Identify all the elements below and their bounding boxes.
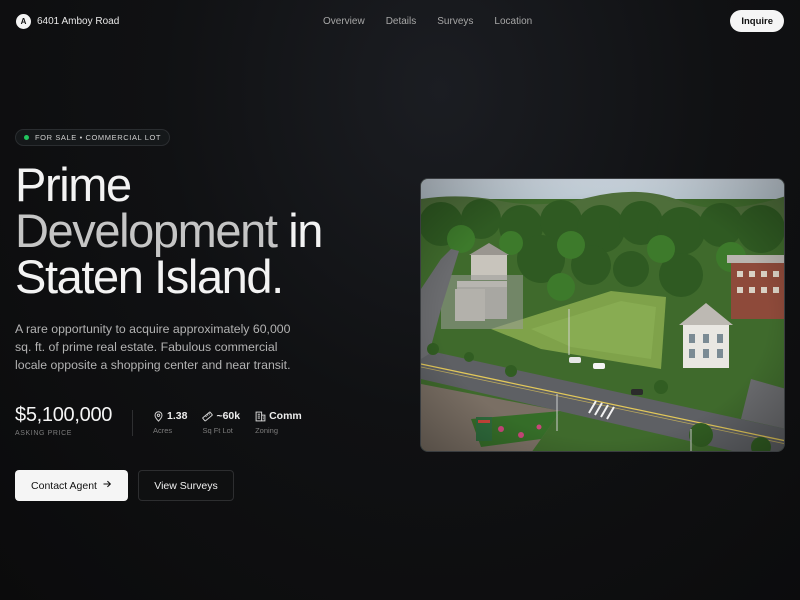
stat-acres-value: 1.38	[167, 410, 188, 422]
inquire-button[interactable]: Inquire	[730, 10, 784, 32]
stat-lot-size-value: ~60k	[216, 410, 241, 422]
property-stats: 1.38 Acres ~60k Sq Ft Lot Comm Zoning	[153, 410, 302, 435]
brand[interactable]: A 6401 Amboy Road	[16, 13, 120, 29]
building-icon	[255, 411, 266, 422]
stat-zoning: Comm Zoning	[255, 410, 302, 435]
divider	[132, 410, 133, 436]
nav-link-overview[interactable]: Overview	[323, 16, 365, 27]
stat-acres-label: Acres	[153, 426, 173, 435]
brand-name: 6401 Amboy Road	[37, 15, 120, 27]
asking-price: $5,100,000	[15, 404, 113, 426]
top-nav: A 6401 Amboy Road Overview Details Surve…	[0, 0, 800, 42]
status-badge-text: FOR SALE • COMMERCIAL LOT	[35, 133, 162, 142]
page-title: Prime Development in Staten Island.	[15, 161, 405, 303]
stat-acres: 1.38 Acres	[153, 410, 187, 435]
hero-description: A rare opportunity to acquire approximat…	[15, 322, 291, 372]
status-badge: FOR SALE • COMMERCIAL LOT	[15, 129, 171, 146]
arrow-right-icon	[102, 479, 112, 492]
stat-zoning-value: Comm	[269, 410, 302, 422]
contact-agent-label: Contact Agent	[31, 479, 97, 492]
nav-links: Overview Details Surveys Location	[323, 0, 532, 42]
ruler-icon	[202, 411, 214, 422]
logo-icon: A	[16, 13, 31, 29]
stat-lot-size: ~60k Sq Ft Lot	[202, 410, 240, 435]
view-surveys-button[interactable]: View Surveys	[138, 470, 234, 501]
contact-agent-button[interactable]: Contact Agent	[15, 470, 128, 501]
nav-link-surveys[interactable]: Surveys	[437, 16, 473, 27]
headline-line-3: Staten Island.	[15, 250, 284, 303]
nav-link-location[interactable]: Location	[494, 16, 532, 27]
nav-link-details[interactable]: Details	[386, 16, 417, 27]
property-aerial-photo	[420, 178, 785, 452]
map-pin-icon	[153, 410, 164, 422]
status-dot-icon	[24, 135, 29, 140]
headline-line-2-rest: in	[276, 204, 323, 257]
stat-lot-size-label: Sq Ft Lot	[202, 426, 233, 435]
asking-price-label: ASKING PRICE	[15, 430, 72, 437]
stat-zoning-label: Zoning	[255, 426, 279, 435]
aerial-view-of-lot-icon	[421, 179, 784, 451]
price-block: $5,100,000 ASKING PRICE	[15, 404, 112, 437]
